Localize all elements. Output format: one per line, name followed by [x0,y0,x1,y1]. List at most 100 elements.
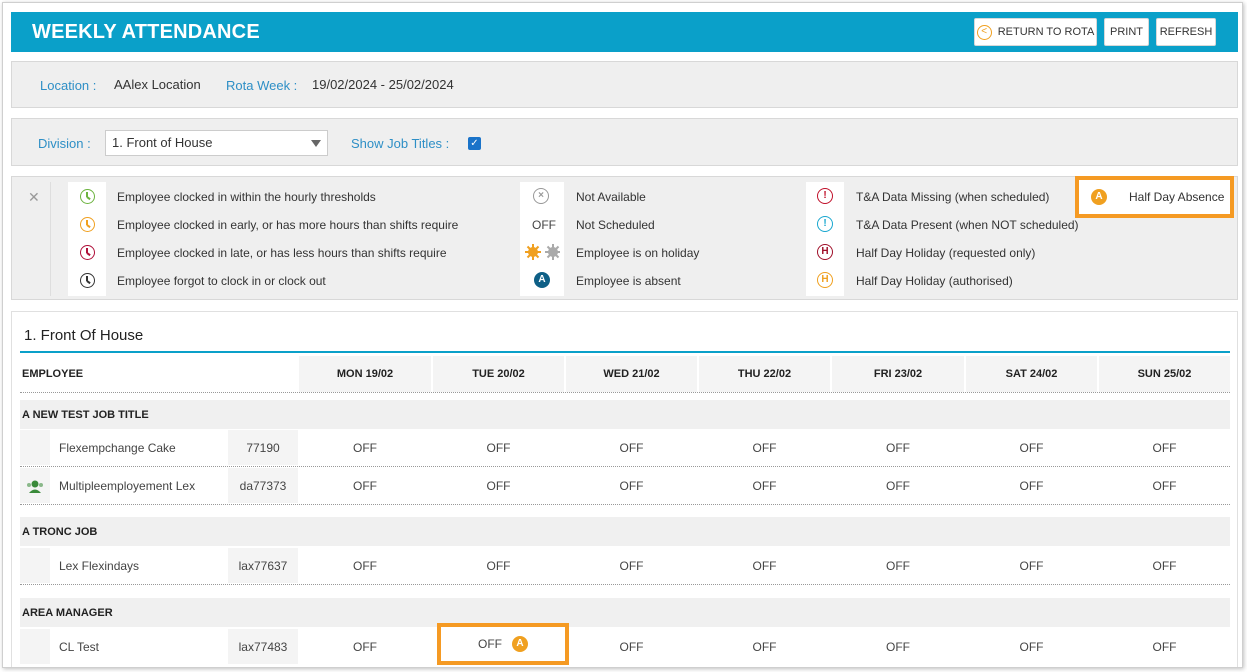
rota-week-label: Rota Week : [226,78,298,93]
back-arrow-icon: < [976,24,992,40]
print-button[interactable]: PRINT [1104,18,1149,46]
legend-item: Employee clocked in within the hourly th… [117,190,376,204]
attendance-cell[interactable]: OFF [1099,430,1230,465]
attendance-cell[interactable]: OFF [966,548,1097,583]
group-header: A NEW TEST JOB TITLE [20,400,1230,429]
attendance-cell[interactable]: OFF [832,430,964,465]
day-header: MON 19/02 [299,356,431,392]
day-header: TUE 20/02 [433,356,564,392]
legend-item: T&A Data Present (when NOT scheduled) [856,218,1079,232]
attendance-cell[interactable]: OFF [433,430,564,465]
section-title: 1. Front Of House [24,327,144,344]
attendance-cell[interactable]: OFF [566,468,697,503]
employee-name[interactable]: Flexempchange Cake [51,430,227,465]
clock-red-icon [78,243,96,261]
division-select-value: 1. Front of House [112,135,213,150]
ta-present-icon: ! [816,215,834,233]
legend-panel: ✕ Employee clocked in within the hourly … [11,176,1238,300]
employee-name[interactable]: CL Test [51,629,227,664]
half-day-absence-cell[interactable]: OFF A [437,623,569,665]
legend-item: Employee forgot to clock in or clock out [117,274,326,288]
clock-black-icon [78,271,96,289]
division-select[interactable]: 1. Front of House [105,130,328,156]
half-holiday-requested-icon: H [816,243,834,261]
attendance-cell[interactable]: OFF [699,430,830,465]
employee-id: 77190 [228,430,298,465]
employee-id: da77373 [228,468,298,503]
attendance-cell[interactable]: OFF [299,629,431,664]
holiday-sun-icon [524,243,560,261]
day-header: SAT 24/02 [966,356,1097,392]
attendance-cell-label: OFF [478,637,502,651]
row-divider [20,392,1230,393]
division-panel: Division : 1. Front of House Show Job Ti… [11,118,1238,166]
legend-item: Half Day Absence [1129,190,1225,204]
attendance-cell[interactable]: OFF [699,548,830,583]
attendance-cell[interactable]: OFF [832,629,964,664]
attendance-cell[interactable]: OFF [566,548,697,583]
half-holiday-authorised-icon: H [816,271,834,289]
employee-name[interactable]: Lex Flexindays [51,548,227,583]
attendance-cell[interactable]: OFF [299,430,431,465]
attendance-cell[interactable]: OFF [832,548,964,583]
legend-divider [50,182,51,296]
row-divider [20,584,1230,585]
legend-item: Not Scheduled [576,218,655,232]
attendance-cell[interactable]: OFF [299,468,431,503]
legend-item: Not Available [576,190,646,204]
attendance-cell[interactable]: OFF [566,430,697,465]
location-label: Location : [40,78,97,93]
multiple-employment-icon [27,480,43,493]
division-section: 1. Front Of House EMPLOYEE MON 19/02 TUE… [11,311,1238,667]
absent-icon: A [533,271,551,289]
off-text: OFF [532,218,556,232]
location-panel: Location : AAlex Location Rota Week : 19… [11,61,1238,108]
employee-name[interactable]: Multipleemployement Lex [51,468,227,503]
attendance-cell[interactable]: OFF [433,548,564,583]
attendance-cell[interactable]: OFF [699,468,830,503]
attendance-cell[interactable]: OFF [1099,629,1230,664]
show-job-titles-checkbox[interactable]: ✓ [468,137,481,150]
attendance-cell[interactable]: OFF [699,629,830,664]
refresh-button[interactable]: REFRESH [1156,18,1216,46]
day-header: WED 21/02 [566,356,697,392]
attendance-cell[interactable]: OFF [832,468,964,503]
employee-id: lax77483 [228,629,298,664]
page-header: WEEKLY ATTENDANCE < RETURN TO ROTA PRINT… [11,12,1238,52]
legend-item: T&A Data Missing (when scheduled) [856,190,1050,204]
chevron-down-icon [311,140,321,147]
legend-item: Half Day Holiday (requested only) [856,246,1036,260]
attendance-cell[interactable]: OFF [1099,548,1230,583]
day-header: SUN 25/02 [1099,356,1230,392]
row-divider [20,504,1230,505]
division-label: Division : [38,136,91,151]
attendance-cell[interactable]: OFF [1099,468,1230,503]
half-day-absence-icon: A [1091,189,1107,205]
section-divider [20,351,1230,353]
attendance-cell[interactable]: OFF [433,468,564,503]
return-to-rota-button[interactable]: < RETURN TO ROTA [974,18,1097,46]
attendance-cell[interactable]: OFF [966,430,1097,465]
attendance-cell[interactable]: OFF [566,629,697,664]
clock-green-icon [78,187,96,205]
show-job-titles-label: Show Job Titles : [351,136,450,151]
not-available-icon: × [532,187,550,205]
close-icon[interactable]: ✕ [28,189,40,206]
legend-item: Employee clocked in late, or has less ho… [117,246,447,260]
employee-column-header: EMPLOYEE [20,356,298,392]
rota-week-value: 19/02/2024 - 25/02/2024 [312,77,454,92]
group-header: AREA MANAGER [20,598,1230,627]
half-day-absence-icon: A [512,636,528,652]
return-to-rota-label: RETURN TO ROTA [997,26,1095,38]
window-frame: WEEKLY ATTENDANCE < RETURN TO ROTA PRINT… [2,2,1243,668]
employee-id: lax77637 [228,548,298,583]
employee-icon-cell [20,548,50,583]
day-header: FRI 23/02 [832,356,964,392]
attendance-cell[interactable]: OFF [299,548,431,583]
legend-item: Employee clocked in early, or has more h… [117,218,459,232]
attendance-cell[interactable]: OFF [966,468,1097,503]
attendance-cell[interactable]: OFF [966,629,1097,664]
employee-icon-cell [20,430,50,465]
clock-orange-icon [78,215,96,233]
ta-missing-icon: ! [816,187,834,205]
